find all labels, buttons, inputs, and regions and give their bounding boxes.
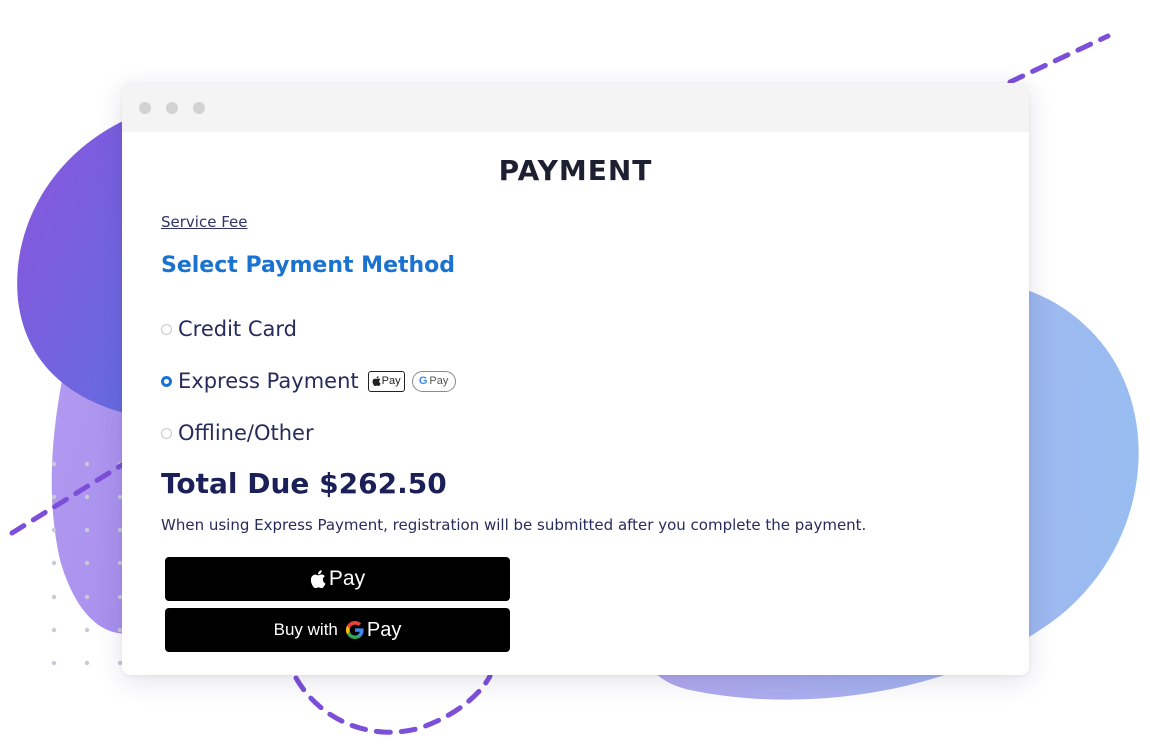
window-dot-icon: [193, 102, 205, 114]
radio-button[interactable]: [161, 323, 172, 335]
apple-pay-button-label: Pay: [328, 567, 366, 590]
payment-method-heading: Select Payment Method: [161, 253, 456, 278]
express-payment-note: When using Express Payment, registration…: [161, 516, 867, 534]
option-label: Offline/Other: [178, 421, 314, 445]
apple-pay-badge-text: Pay: [381, 375, 401, 387]
window-dot-icon: [139, 102, 151, 114]
radio-button-selected[interactable]: [161, 375, 172, 387]
total-due: Total Due $262.50: [161, 467, 447, 500]
google-g-icon: [345, 621, 364, 639]
window-titlebar: [122, 83, 1029, 132]
option-label: Express Payment: [178, 369, 359, 393]
google-pay-button-label: Pay: [366, 618, 402, 641]
payment-option-credit-card[interactable]: Credit Card: [161, 315, 297, 343]
payment-option-offline[interactable]: Offline/Other: [161, 419, 314, 447]
window-dot-icon: [166, 102, 178, 114]
google-pay-button-prefix: Buy with: [273, 620, 338, 639]
service-fee-link[interactable]: Service Fee: [161, 213, 247, 231]
google-pay-badge: G Pay: [411, 370, 456, 392]
apple-pay-button[interactable]: Pay: [165, 557, 510, 601]
browser-window: PAYMENT Service Fee Select Payment Metho…: [122, 83, 1029, 675]
apple-logo-icon: [310, 570, 326, 588]
apple-pay-badge: Pay: [367, 370, 405, 392]
google-pay-button[interactable]: Buy with Pay: [165, 608, 510, 652]
google-g-icon: G: [418, 375, 428, 387]
radio-button[interactable]: [161, 427, 172, 439]
payment-option-express[interactable]: Express Payment Pay G Pay: [161, 367, 456, 395]
dashed-line-bottom: [293, 673, 493, 735]
apple-logo-icon: [372, 376, 381, 386]
google-pay-badge-text: Pay: [429, 375, 449, 387]
option-label: Credit Card: [178, 317, 297, 341]
dashed-line-top-right: [1007, 33, 1111, 85]
page-title: PAYMENT: [498, 154, 653, 187]
